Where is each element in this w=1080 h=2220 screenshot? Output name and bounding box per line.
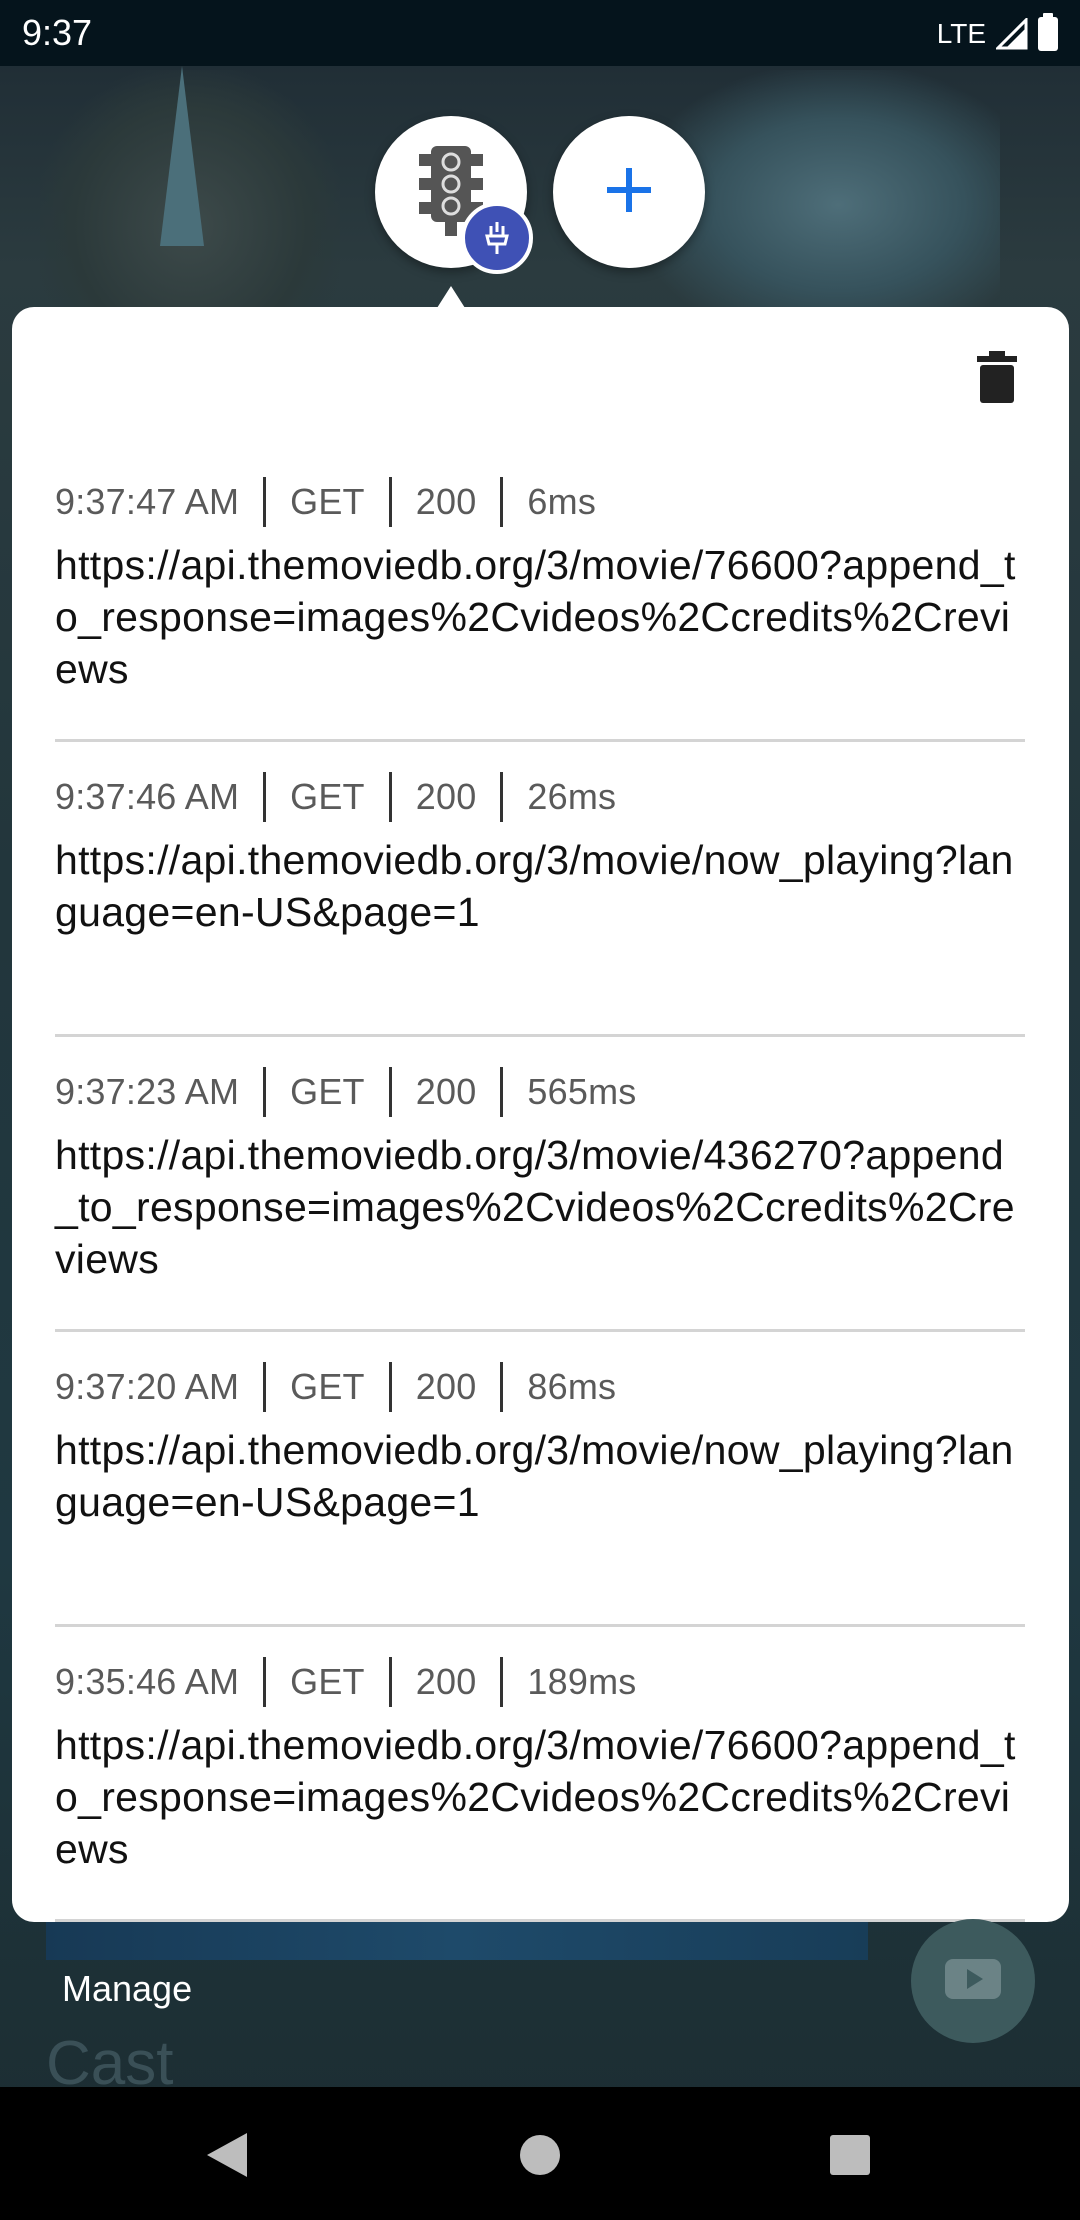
backdrop-spear bbox=[160, 66, 204, 246]
transaction-meta: 9:37:46 AM GET 200 26ms bbox=[55, 772, 1025, 822]
nav-back-button[interactable] bbox=[197, 2127, 257, 2187]
separator bbox=[263, 1362, 267, 1412]
transaction-duration: 26ms bbox=[527, 776, 617, 817]
transaction-status: 200 bbox=[415, 776, 477, 817]
transaction-status: 200 bbox=[415, 1661, 477, 1702]
transaction-status: 200 bbox=[415, 1071, 477, 1112]
transaction-meta: 9:37:47 AM GET 200 6ms bbox=[55, 477, 1025, 527]
transaction-status: 200 bbox=[415, 481, 477, 522]
transaction-method: GET bbox=[290, 1071, 365, 1112]
network-type-label: LTE bbox=[936, 18, 986, 49]
separator bbox=[263, 772, 267, 822]
transaction-status: 200 bbox=[415, 1366, 477, 1407]
home-circle-icon bbox=[518, 2133, 562, 2182]
transaction-time: 9:37:47 AM bbox=[55, 481, 240, 522]
transaction-row[interactable]: 9:37:46 AM GET 200 26ms https://api.them… bbox=[55, 742, 1025, 1037]
separator bbox=[388, 1362, 392, 1412]
separator bbox=[500, 1067, 504, 1117]
play-trailer-button[interactable] bbox=[911, 1919, 1035, 2043]
transaction-method: GET bbox=[290, 1661, 365, 1702]
transaction-row[interactable]: 9:37:47 AM GET 200 6ms https://api.themo… bbox=[55, 447, 1025, 742]
transaction-method: GET bbox=[290, 1366, 365, 1407]
separator bbox=[500, 772, 504, 822]
transaction-method: GET bbox=[290, 481, 365, 522]
separator bbox=[500, 1362, 504, 1412]
transaction-list: 9:37:47 AM GET 200 6ms https://api.themo… bbox=[55, 447, 1025, 1922]
status-indicators: LTE bbox=[936, 13, 1058, 54]
plus-icon bbox=[605, 166, 653, 219]
play-icon bbox=[945, 1958, 1001, 2004]
manage-link[interactable]: Manage bbox=[62, 1968, 192, 2010]
transaction-url: https://api.themoviedb.org/3/movie/76600… bbox=[55, 542, 1016, 692]
separator bbox=[388, 477, 392, 527]
status-time: 9:37 bbox=[22, 12, 93, 53]
trash-icon bbox=[977, 350, 1017, 408]
transaction-row[interactable]: 9:37:20 AM GET 200 86ms https://api.them… bbox=[55, 1332, 1025, 1627]
nav-home-button[interactable] bbox=[510, 2127, 570, 2187]
transaction-duration: 189ms bbox=[527, 1661, 637, 1702]
transaction-duration: 565ms bbox=[527, 1071, 637, 1112]
network-inspector-panel: 9:37:47 AM GET 200 6ms https://api.themo… bbox=[12, 307, 1069, 1922]
chucker-bubble[interactable] bbox=[375, 116, 533, 274]
status-bar: 9:37 LTE bbox=[0, 0, 1080, 66]
separator bbox=[500, 1657, 504, 1707]
transaction-url: https://api.themoviedb.org/3/movie/76600… bbox=[55, 1722, 1016, 1872]
separator bbox=[388, 1657, 392, 1707]
separator bbox=[388, 772, 392, 822]
transaction-duration: 86ms bbox=[527, 1366, 617, 1407]
transaction-time: 9:37:20 AM bbox=[55, 1366, 240, 1407]
plugin-badge-icon bbox=[461, 202, 533, 274]
transaction-duration: 6ms bbox=[527, 481, 597, 522]
transaction-url: https://api.themoviedb.org/3/movie/now_p… bbox=[55, 1427, 1014, 1525]
add-bubble-button[interactable] bbox=[553, 116, 705, 268]
transaction-meta: 9:35:46 AM GET 200 189ms bbox=[55, 1657, 1025, 1707]
signal-icon bbox=[996, 18, 1028, 50]
transaction-row[interactable]: 9:37:23 AM GET 200 565ms https://api.the… bbox=[55, 1037, 1025, 1332]
transaction-time: 9:37:46 AM bbox=[55, 776, 240, 817]
separator bbox=[263, 1067, 267, 1117]
separator bbox=[388, 1067, 392, 1117]
transaction-url: https://api.themoviedb.org/3/movie/43627… bbox=[55, 1132, 1015, 1282]
transaction-meta: 9:37:23 AM GET 200 565ms bbox=[55, 1067, 1025, 1117]
clear-transactions-button[interactable] bbox=[961, 343, 1033, 415]
separator bbox=[500, 477, 504, 527]
transaction-row[interactable]: 9:35:46 AM GET 200 189ms https://api.the… bbox=[55, 1627, 1025, 1922]
navigation-bar bbox=[0, 2087, 1080, 2220]
app-screen: 9:37 LTE 9:37:47 AM GET 200 6ms https://… bbox=[0, 0, 1080, 2220]
separator bbox=[263, 477, 267, 527]
battery-icon bbox=[1038, 13, 1058, 51]
separator bbox=[263, 1657, 267, 1707]
recents-square-icon bbox=[829, 2134, 871, 2181]
back-triangle-icon bbox=[205, 2131, 249, 2184]
transaction-time: 9:35:46 AM bbox=[55, 1661, 240, 1702]
transaction-url: https://api.themoviedb.org/3/movie/now_p… bbox=[55, 837, 1014, 935]
transaction-meta: 9:37:20 AM GET 200 86ms bbox=[55, 1362, 1025, 1412]
transaction-method: GET bbox=[290, 776, 365, 817]
panel-pointer bbox=[437, 286, 465, 308]
transaction-time: 9:37:23 AM bbox=[55, 1071, 240, 1112]
nav-recents-button[interactable] bbox=[820, 2127, 880, 2187]
